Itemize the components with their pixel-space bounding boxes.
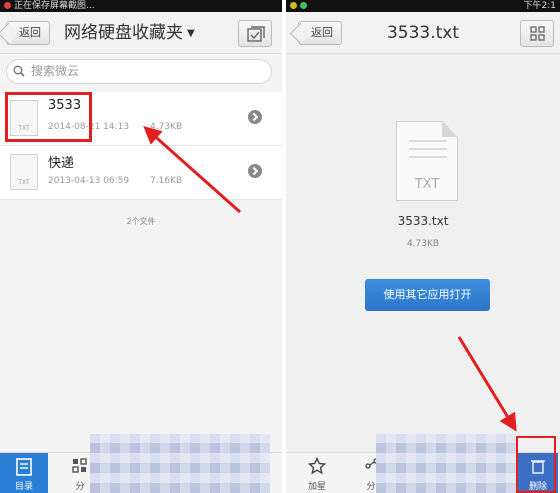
status-text: 正在保存屏幕截图... (14, 1, 95, 11)
file-size: 7.16KB (150, 176, 183, 186)
back-button[interactable]: 返回 (6, 21, 50, 45)
file-size: 4.73KB (406, 239, 440, 249)
checkbox-icon (247, 26, 265, 42)
pixelated-overlay (376, 434, 516, 493)
doc-type-label: TXT (414, 177, 440, 192)
search-icon (13, 65, 25, 77)
doc-line (409, 148, 447, 150)
document-icon (16, 458, 32, 476)
chevron-down-icon: ▼ (187, 28, 195, 39)
file-size: 4.73KB (150, 122, 183, 132)
page-title: 3533.txt (386, 23, 460, 43)
grid-icon (72, 458, 87, 473)
tab-label: 目录 (14, 482, 33, 492)
status-time: 下午2:1 (523, 1, 557, 11)
search-placeholder: 搜索微云 (31, 64, 80, 78)
right-screen: 下午2:1 返回 3533.txt TXT 3533.txt 4.73KB 使用… (286, 0, 560, 493)
file-row-kuaidi[interactable]: TXT 快递 2013-04-13 06:59 7.16KB (0, 146, 282, 200)
txt-document-icon: TXT (396, 121, 458, 201)
more-button[interactable] (520, 20, 554, 47)
chevron-right-icon[interactable] (248, 164, 262, 178)
left-screen: 正在保存屏幕截图... 返回 网络硬盘收藏夹 ▼ 搜索微云 TXT 3533 20… (0, 0, 282, 493)
tab-label: 加星 (307, 482, 326, 492)
status-bar: 下午2:1 (286, 0, 560, 12)
doc-line (409, 156, 447, 158)
doc-line (409, 140, 447, 142)
notification-icon (300, 2, 307, 9)
title-bar: 返回 网络硬盘收藏夹 ▼ (0, 12, 282, 54)
file-date: 2013-04-13 06:59 (48, 176, 130, 186)
page-fold (442, 121, 458, 137)
file-type-label: TXT (18, 179, 30, 186)
grid-icon (530, 26, 545, 41)
open-with-other-app-button[interactable]: 使用其它应用打开 (365, 279, 490, 311)
tab-directory[interactable]: 目录 (0, 453, 48, 493)
status-bar: 正在保存屏幕截图... (0, 0, 282, 12)
search-input[interactable]: 搜索微云 (6, 59, 272, 84)
notification-icon (4, 2, 11, 9)
page-title[interactable]: 网络硬盘收藏夹 ▼ (64, 12, 195, 54)
txt-file-icon: TXT (10, 154, 38, 190)
star-icon (308, 457, 326, 475)
chevron-right-icon[interactable] (248, 110, 262, 124)
tab-star[interactable]: 加星 (300, 453, 334, 493)
annotation-highlight-box (5, 92, 92, 142)
multi-select-button[interactable] (238, 20, 272, 47)
notification-icon (290, 2, 297, 9)
annotation-highlight-box (516, 436, 556, 493)
page-title-text: 网络硬盘收藏夹 (64, 23, 183, 43)
file-count: 2个文件 (126, 217, 156, 226)
file-name: 3533.txt (397, 214, 449, 228)
pixelated-overlay (90, 434, 270, 493)
title-bar: 返回 3533.txt (286, 12, 560, 54)
file-name: 快递 (48, 156, 75, 171)
